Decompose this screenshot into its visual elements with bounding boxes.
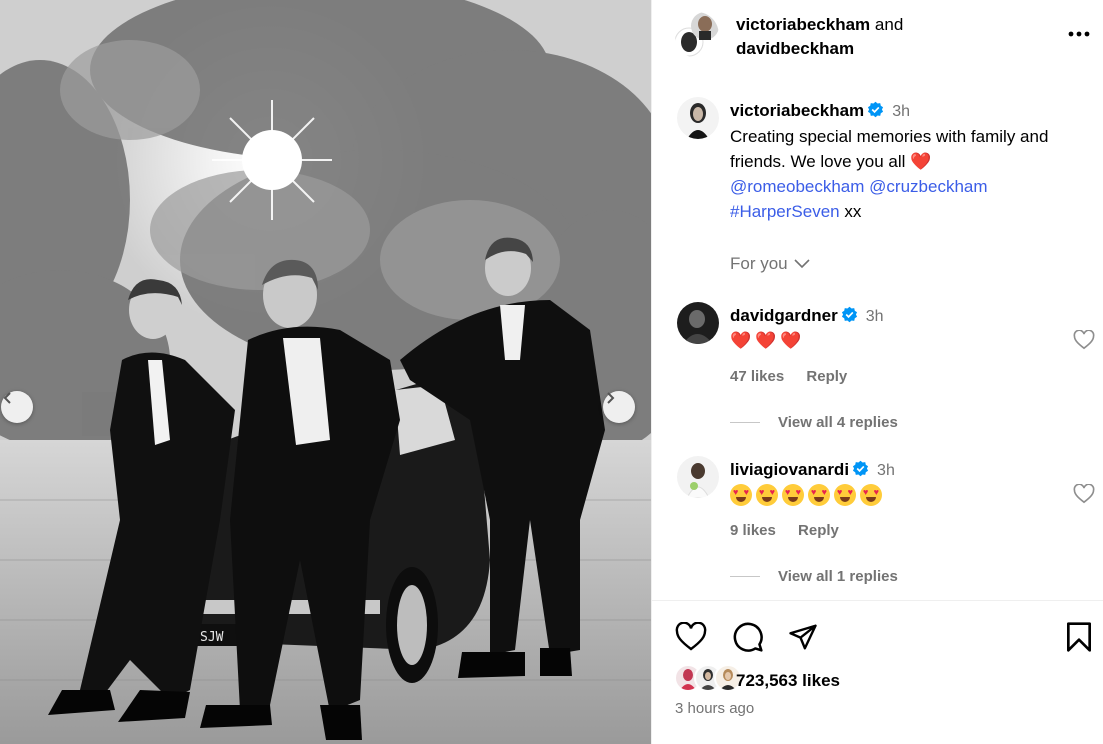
post-header: victoriabeckham and davidbeckham [652,0,1103,75]
heart-emoji: ❤️ [910,152,932,171]
and-text: and [874,15,904,34]
svg-text:SJW: SJW [200,630,224,645]
comment-time: 3h [877,462,895,479]
mention-link[interactable]: @cruzbeckham [869,177,987,196]
verified-badge-icon [868,101,884,118]
username-link[interactable]: victoriabeckham [736,15,870,34]
comment-likes[interactable]: 47 likes [730,368,784,385]
view-replies-label: View all 4 replies [778,414,898,431]
share-button[interactable] [786,621,820,655]
for-you-toggle[interactable]: For you [730,254,810,274]
caption-time: 3h [892,103,910,120]
photo-scene: SJW [0,0,651,744]
comment-like-button[interactable] [1072,329,1096,352]
heart-outline-icon [675,621,707,651]
comment-button[interactable] [731,621,765,655]
reply-button[interactable]: Reply [806,368,847,385]
post-timestamp[interactable]: 3 hours ago [675,700,754,717]
comment-avatar[interactable] [677,456,719,498]
for-you-label: For you [730,254,788,273]
heart-outline-icon [1073,483,1095,504]
comment-time: 3h [865,308,884,325]
heart-eyes-emoji-icon [860,484,882,506]
view-replies-button[interactable]: View all 4 replies [730,414,898,431]
carousel-next-button[interactable] [603,391,635,423]
save-button[interactable] [1062,621,1096,655]
hashtag-link[interactable]: #HarperSeven [730,202,840,221]
caption-username[interactable]: victoriabeckham [730,101,864,120]
comment-username[interactable]: davidgardner [730,306,838,325]
heart-eyes-emoji-icon [782,484,804,506]
post-photo[interactable]: SJW [0,0,651,744]
post-caption: victoriabeckham 3h Creating special memor… [730,98,1100,224]
likes-count[interactable]: 723,563 likes [736,671,840,691]
chevron-left-icon [3,392,11,404]
collab-names: victoriabeckham and davidbeckham [736,13,903,61]
chevron-right-icon [607,392,615,404]
heart-eyes-emoji-icon [756,484,778,506]
caption-text: Creating special memories with family an… [730,127,1049,171]
view-replies-button[interactable]: View all 1 replies [730,568,898,585]
username-link[interactable]: davidbeckham [736,37,903,61]
comment-body [730,484,886,506]
carousel-prev-button[interactable] [1,391,33,423]
post-side-pane: victoriabeckham and davidbeckham victori… [651,0,1103,744]
more-options-button[interactable] [1064,20,1094,48]
comment-like-button[interactable] [1072,483,1096,506]
comment-bubble-icon [733,622,763,652]
caption-suffix: xx [844,202,862,221]
chevron-down-icon [794,259,810,269]
view-replies-label: View all 1 replies [778,568,898,585]
collab-avatar[interactable] [675,12,719,58]
bookmark-icon [1067,622,1091,652]
heart-eyes-emoji-icon [808,484,830,506]
heart-eyes-emoji-icon [834,484,856,506]
heart-outline-icon [1073,329,1095,350]
comment-body: ❤️❤️❤️ [730,331,806,350]
comment-likes[interactable]: 9 likes [730,522,776,539]
paper-plane-icon [789,624,817,649]
comment-item: liviagiovanardi 3h 9 likes Reply View all… [652,454,1103,594]
mention-link[interactable]: @romeobeckham [730,177,864,196]
likers-avatars[interactable] [674,664,744,694]
more-horizontal-icon [1068,31,1090,37]
comment-username[interactable]: liviagiovanardi [730,460,849,479]
like-button[interactable] [674,621,708,655]
comment-avatar[interactable] [677,302,719,344]
verified-badge-icon [852,460,869,477]
heart-eyes-emoji-icon [730,484,752,506]
caption-avatar[interactable] [677,97,719,139]
reply-button[interactable]: Reply [798,522,839,539]
comment-item: davidgardner 3h ❤️❤️❤️ 47 likes Reply Vie… [652,300,1103,440]
verified-badge-icon [841,306,857,323]
